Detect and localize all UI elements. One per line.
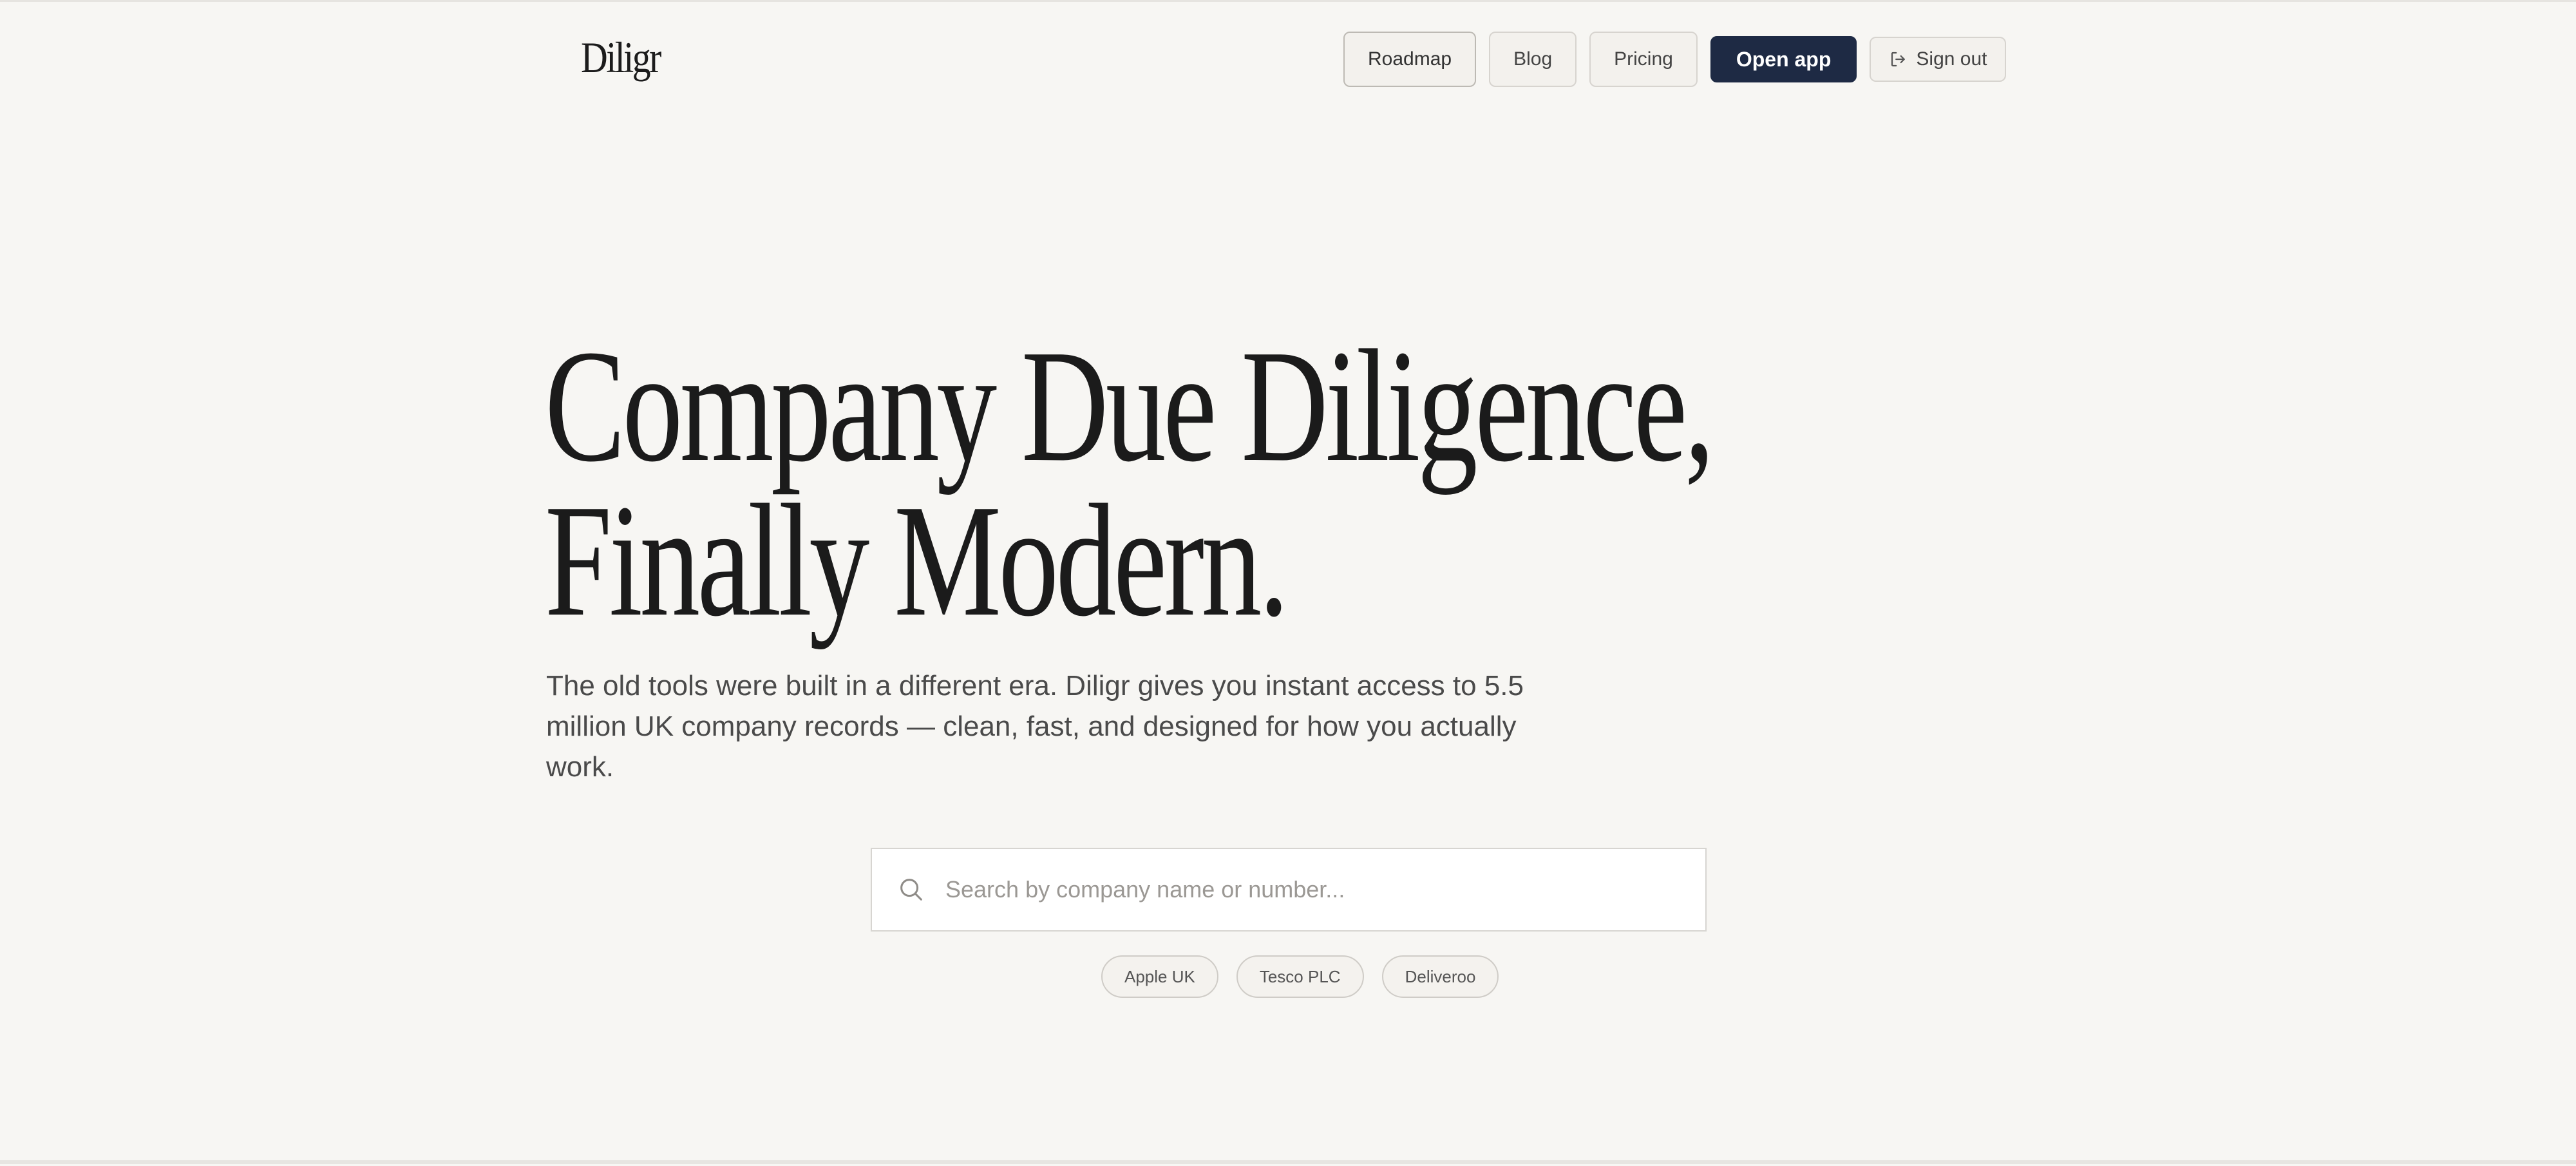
- search-input[interactable]: [944, 875, 1655, 904]
- top-nav: Roadmap Blog Pricing Open app Sign out: [1343, 32, 2007, 87]
- open-app-button[interactable]: Open app: [1710, 36, 1857, 82]
- sign-out-label: Sign out: [1916, 48, 1987, 70]
- hero-subtitle: The old tools were built in a different …: [546, 670, 1524, 783]
- hero-title-line-2: Finally Modern.: [545, 472, 1289, 650]
- sign-out-button[interactable]: Sign out: [1870, 37, 2007, 82]
- suggestion-chip-apple-uk[interactable]: Apple UK: [1101, 955, 1218, 998]
- suggestion-chip-deliveroo[interactable]: Deliveroo: [1381, 955, 1499, 998]
- search-box[interactable]: [871, 848, 1707, 932]
- roadmap-button[interactable]: Roadmap: [1343, 32, 1477, 87]
- section-divider: [0, 1160, 2576, 1164]
- logo[interactable]: Diligr: [581, 35, 661, 79]
- blog-button[interactable]: Blog: [1489, 32, 1577, 87]
- hero-title: Company Due Diligence, Finally Modern.: [545, 317, 1714, 650]
- sign-out-icon: [1891, 52, 1906, 67]
- suggestion-chip-tesco-plc[interactable]: Tesco PLC: [1236, 955, 1364, 998]
- pricing-button[interactable]: Pricing: [1589, 32, 1698, 87]
- hero-title-line-1: Company Due Diligence,: [545, 317, 1714, 495]
- page: Diligr Roadmap Blog Pricing Open app Sig…: [0, 0, 2576, 1166]
- search-icon: [900, 879, 922, 901]
- suggestion-chips: Apple UK Tesco PLC Deliveroo: [1101, 955, 1499, 998]
